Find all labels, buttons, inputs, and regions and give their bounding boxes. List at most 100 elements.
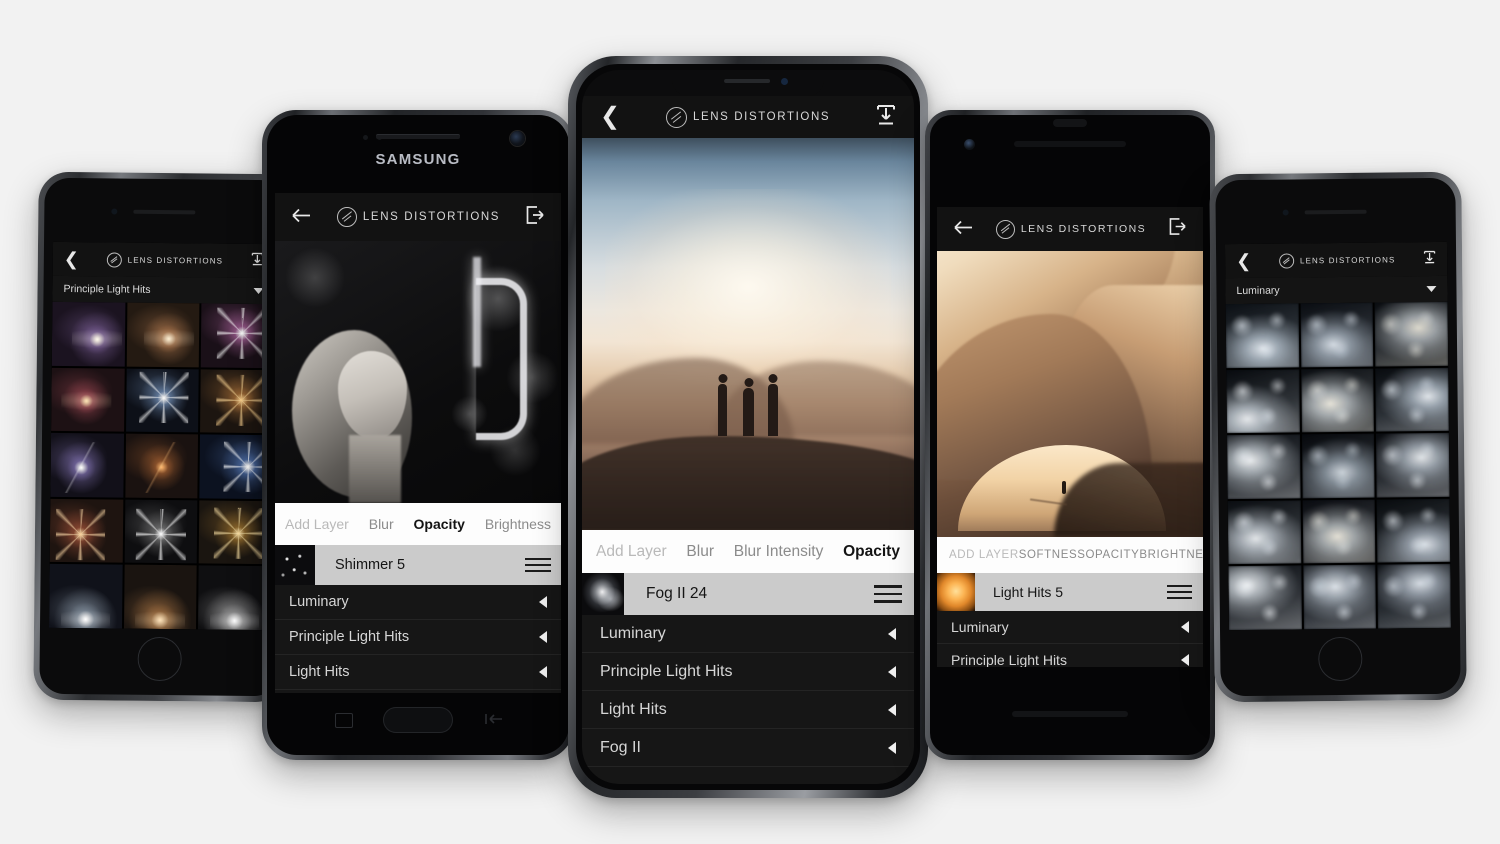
active-layer-row[interactable]: Shimmer 5 <box>275 545 561 585</box>
earpiece-speaker <box>133 209 196 215</box>
home-button[interactable] <box>1318 636 1363 682</box>
back-button[interactable] <box>953 220 973 239</box>
category-list[interactable]: Luminary Principle Light Hits Light Hits Fo… <box>582 615 914 784</box>
back-nav-icon[interactable] <box>485 712 503 726</box>
arrow-left-icon <box>888 741 896 754</box>
preset-cell[interactable] <box>1228 565 1302 631</box>
drag-handle-icon[interactable] <box>874 585 914 603</box>
category-row[interactable]: Fog II <box>275 690 561 693</box>
app-title-text: LENS DISTORTIONS <box>1299 254 1396 265</box>
preset-cell[interactable] <box>125 433 199 499</box>
category-list[interactable]: LuminaryPrinciple Light HitsLight Hits <box>937 611 1203 667</box>
category-row[interactable]: Light Hits <box>275 655 561 690</box>
preset-cell[interactable] <box>126 302 200 367</box>
home-button[interactable] <box>383 707 453 733</box>
active-layer-row[interactable]: Fog II 24 <box>582 573 914 615</box>
preset-cell[interactable] <box>1225 303 1299 368</box>
preset-cell[interactable] <box>1300 302 1374 367</box>
category-label: Principle Light Hits <box>951 652 1067 667</box>
preset-cell[interactable] <box>1302 499 1376 564</box>
preset-cell[interactable] <box>1377 564 1451 629</box>
preset-cell[interactable] <box>1226 434 1301 499</box>
tool-tab-blur-intensity[interactable]: Blur Intensity <box>734 543 824 561</box>
preset-cell[interactable] <box>1226 368 1300 434</box>
preset-grid[interactable] <box>1225 301 1452 631</box>
home-button[interactable] <box>137 636 182 682</box>
preset-cell[interactable] <box>1301 433 1375 499</box>
sensor-row <box>267 131 569 146</box>
preset-cell[interactable] <box>125 368 200 433</box>
preset-cell[interactable] <box>51 367 125 432</box>
preset-cell[interactable] <box>1376 433 1450 498</box>
preset-cell[interactable] <box>51 301 126 367</box>
preset-cell[interactable] <box>198 565 272 631</box>
phone-screen: LENS DISTORTIONS <box>937 207 1203 667</box>
drag-handle-icon[interactable] <box>525 557 561 573</box>
tool-tabs[interactable]: Add Layer Blur Opacity Brightness <box>275 503 561 545</box>
lens-logo-icon <box>336 207 357 227</box>
phone-center: ❮ LENS DISTORTIONS Add Layer Blur Blur I… <box>568 56 928 798</box>
photo-preview[interactable] <box>937 251 1203 537</box>
tool-tab-add-layer[interactable]: ADD LAYER <box>949 549 1019 561</box>
category-list[interactable]: Luminary Principle Light Hits Light Hits Fo… <box>275 585 561 693</box>
photo-preview[interactable] <box>275 241 561 503</box>
preset-cell[interactable] <box>1376 498 1451 563</box>
category-row[interactable]: Principle Light Hits <box>937 644 1203 667</box>
category-row[interactable]: Principle Light Hits <box>582 653 914 691</box>
category-row[interactable]: Fog II <box>582 729 914 767</box>
tool-tab-softness[interactable]: SOFTNESS <box>1019 549 1086 561</box>
tool-tab-brightness[interactable]: Brightness <box>485 516 551 532</box>
back-button[interactable]: ❮ <box>64 249 79 269</box>
preset-cell[interactable] <box>124 499 198 564</box>
category-label: Fog II <box>600 738 641 756</box>
preset-cell[interactable] <box>48 564 123 629</box>
tool-tab-add-layer[interactable]: Add Layer <box>596 543 667 561</box>
preset-grid[interactable] <box>48 301 275 631</box>
download-icon[interactable] <box>876 104 896 131</box>
category-label: Principle Light Hits <box>289 629 410 645</box>
preset-cell[interactable] <box>49 498 124 563</box>
flare-rays-icon <box>60 593 111 629</box>
preset-cell[interactable] <box>1375 367 1449 432</box>
preset-cell[interactable] <box>1300 368 1375 433</box>
recents-icon[interactable] <box>335 713 353 728</box>
preset-cell[interactable] <box>1303 565 1377 630</box>
preset-cell[interactable] <box>50 433 124 498</box>
back-button[interactable]: ❮ <box>600 105 620 129</box>
category-label: Principle Light Hits <box>600 662 733 680</box>
preset-cell[interactable] <box>1227 500 1301 565</box>
tool-tab-opacity[interactable]: Opacity <box>843 543 900 561</box>
tool-tab-add-layer[interactable]: Add Layer <box>285 516 349 532</box>
category-row[interactable]: Luminary <box>582 615 914 653</box>
category-selector[interactable]: Principle Light Hits <box>52 275 275 305</box>
export-icon[interactable] <box>1169 218 1187 240</box>
download-icon[interactable] <box>1423 249 1436 268</box>
preset-cell[interactable] <box>123 565 197 630</box>
photo-preview[interactable] <box>582 138 914 530</box>
tool-tab-blur[interactable]: Blur <box>686 543 714 561</box>
category-selector[interactable]: Luminary <box>1225 275 1448 305</box>
preset-cell[interactable] <box>1374 301 1449 367</box>
category-row[interactable]: Light Hits <box>582 691 914 729</box>
back-button[interactable]: ❮ <box>1236 251 1251 271</box>
category-row[interactable]: Principle Light Hits <box>275 620 561 655</box>
category-selector-value: Luminary <box>1236 284 1280 298</box>
lens-logo-icon <box>995 219 1015 239</box>
export-icon[interactable] <box>526 205 545 229</box>
tool-tab-brightness[interactable]: BRIGHTNESS <box>1139 549 1203 561</box>
active-layer-row[interactable]: Light Hits 5 <box>937 573 1203 611</box>
tool-tab-opacity[interactable]: Opacity <box>414 516 465 532</box>
flare-rays-icon <box>209 595 260 631</box>
category-row[interactable]: Luminary <box>275 585 561 620</box>
lone-walker-silhouette <box>1062 481 1067 495</box>
fog-texture-icon <box>1301 433 1375 499</box>
back-button[interactable] <box>291 208 311 227</box>
tool-tabs[interactable]: ADD LAYERSOFTNESSOPACITYBRIGHTNESS <box>937 537 1203 573</box>
tool-tabs[interactable]: Add Layer Blur Blur Intensity Opacity <box>582 530 914 573</box>
arrow-left-icon <box>1181 621 1189 633</box>
drag-handle-icon[interactable] <box>1167 584 1203 600</box>
tool-tab-opacity[interactable]: OPACITY <box>1086 549 1140 561</box>
vendor-logo: SAMSUNG <box>375 151 461 168</box>
category-row[interactable]: Luminary <box>937 611 1203 644</box>
tool-tab-blur[interactable]: Blur <box>369 516 394 532</box>
